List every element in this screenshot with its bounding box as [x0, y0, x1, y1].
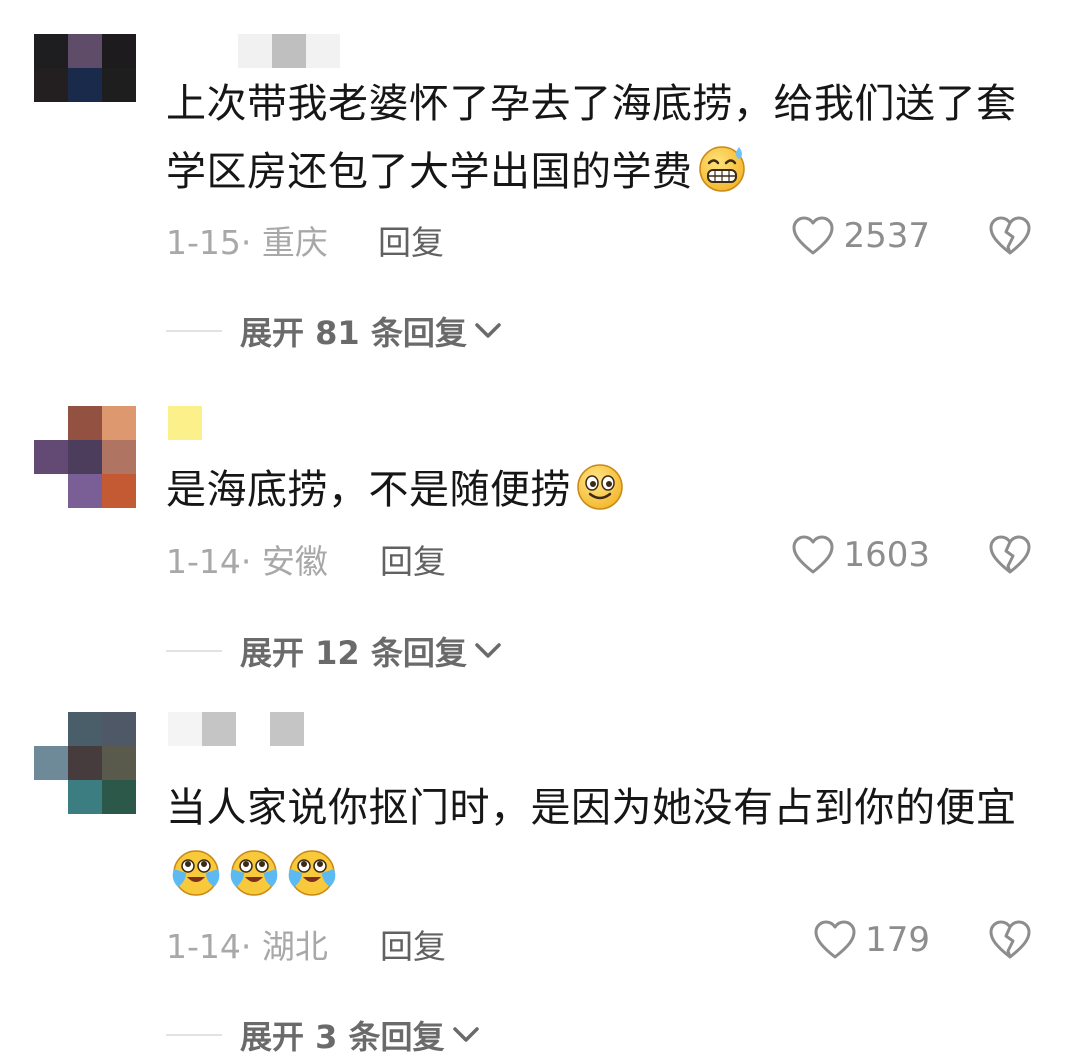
avatar[interactable] [34, 712, 136, 814]
chevron-down-icon [475, 643, 501, 658]
comment-meta: 1-14· 安徽 [166, 535, 328, 583]
teary-laugh-emoji [284, 847, 340, 918]
comment-meta: 1-15· 重庆 [166, 216, 328, 264]
reply-button[interactable]: 回复 [380, 535, 446, 583]
like-count: 179 [865, 920, 930, 960]
dislike-button[interactable] [988, 920, 1032, 964]
comment-date: 1-14· [166, 927, 252, 966]
reply-button[interactable]: 回复 [380, 920, 446, 968]
broken-heart-icon [989, 216, 1031, 255]
like-button[interactable]: 2537 [791, 216, 930, 256]
like-button[interactable]: 179 [813, 920, 930, 960]
heart-outline-icon [792, 216, 834, 255]
heart-outline-icon [792, 535, 834, 574]
teary-laugh-emoji [226, 847, 282, 918]
comment-meta: 1-14· 湖北 [166, 920, 328, 968]
like-count: 2537 [843, 216, 930, 256]
dislike-button[interactable] [988, 535, 1032, 579]
teary-laugh-emoji [168, 847, 224, 918]
broken-heart-icon [989, 920, 1031, 959]
expand-replies-button[interactable]: 展开 81 条回复 [166, 308, 503, 354]
expand-replies-button[interactable]: 展开 3 条回复 [166, 1012, 481, 1058]
comment-location: 安徽 [261, 542, 328, 581]
broken-heart-icon [989, 535, 1031, 574]
comment-date: 1-15· [166, 223, 252, 262]
chevron-down-icon [452, 1027, 479, 1042]
like-count: 1603 [843, 535, 930, 575]
comment-location: 湖北 [261, 927, 328, 966]
divider-line [166, 1034, 222, 1036]
dislike-button[interactable] [988, 216, 1032, 260]
expand-replies-button[interactable]: 展开 12 条回复 [166, 628, 503, 674]
comment-text: 是海底捞，不是随便捞 [166, 456, 1036, 532]
heart-outline-icon [814, 920, 856, 959]
reply-button[interactable]: 回复 [378, 216, 444, 264]
avatar[interactable] [34, 406, 136, 508]
avatar[interactable] [34, 34, 136, 102]
comment-location: 重庆 [261, 223, 328, 262]
divider-line [166, 330, 222, 332]
comment-date: 1-14· [166, 542, 252, 581]
smile-emoji [573, 461, 627, 532]
comment-text: 当人家说你抠门时，是因为她没有占到你的便宜 [166, 774, 1036, 918]
divider-line [166, 650, 222, 652]
chevron-down-icon [475, 323, 501, 338]
comment-text: 上次带我老婆怀了孕去了海底捞，给我们送了套学区房还包了大学出国的学费 [166, 70, 1036, 214]
like-button[interactable]: 1603 [791, 535, 930, 575]
grin-sweat-emoji [695, 143, 749, 214]
